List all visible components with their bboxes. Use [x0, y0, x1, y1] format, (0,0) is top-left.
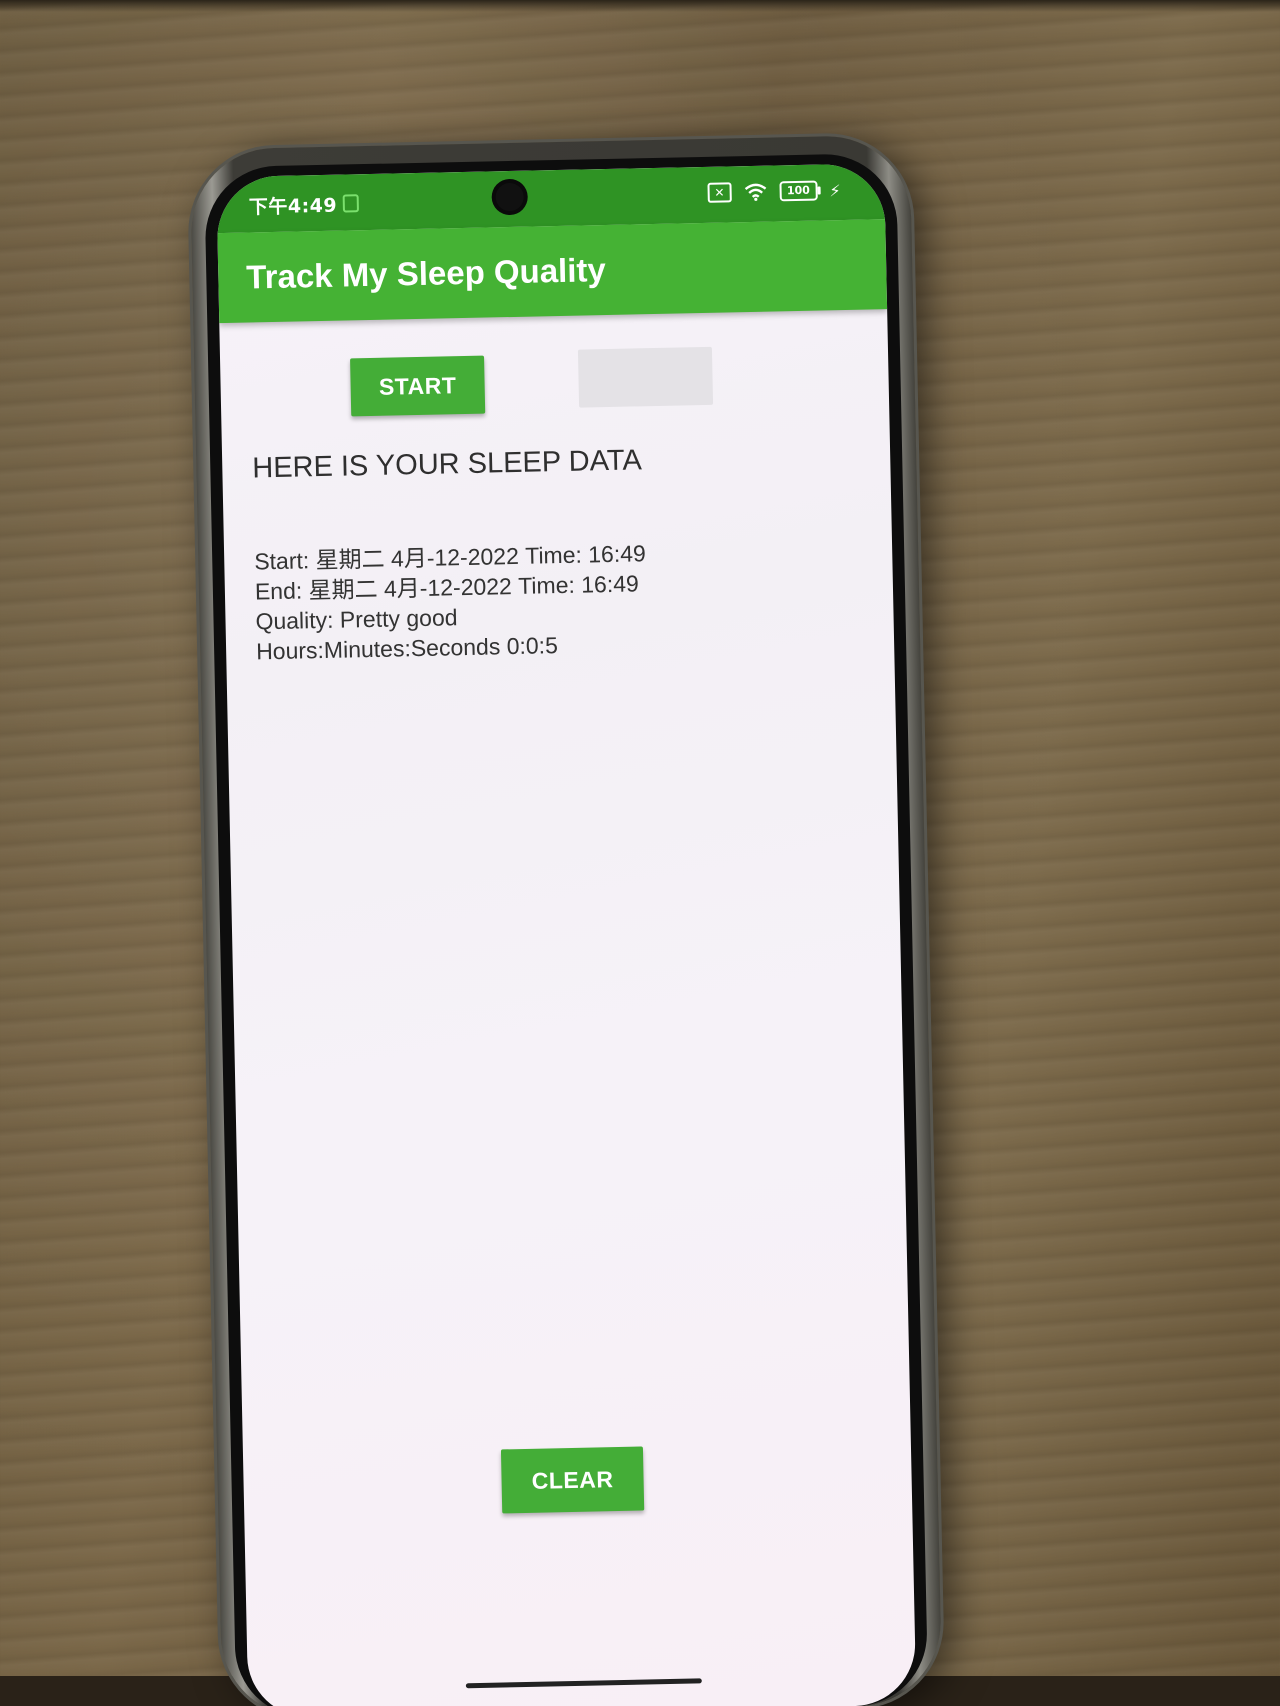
status-icons: ✕ 100 ⚡	[707, 180, 841, 203]
app-bar: Track My Sleep Quality	[217, 219, 888, 324]
phone-bezel: 下午4:49 ✕ 100 ⚡ Track My Sleep Quality ST…	[204, 152, 929, 1706]
sleep-data-heading: HERE IS YOUR SLEEP DATA	[251, 444, 643, 485]
app-title: Track My Sleep Quality	[245, 251, 607, 296]
table-edge-shadow	[0, 0, 1280, 12]
battery-icon: 100	[779, 180, 818, 202]
phone-device: 下午4:49 ✕ 100 ⚡ Track My Sleep Quality ST…	[189, 134, 943, 1706]
front-camera	[495, 182, 524, 212]
start-button[interactable]: START	[350, 355, 486, 417]
sleep-data-text: Start: 星期二 4月-12-2022 Time: 16:49 End: 星…	[254, 538, 648, 666]
no-sim-icon: ✕	[707, 182, 732, 203]
status-time-text: 下午4:49	[248, 194, 338, 219]
battery-level: 100	[786, 183, 811, 198]
home-indicator[interactable]	[465, 1678, 702, 1689]
sim-status-icon	[342, 194, 360, 213]
wifi-icon	[743, 183, 767, 201]
status-time: 下午4:49	[249, 190, 360, 219]
phone-screen: 下午4:49 ✕ 100 ⚡ Track My Sleep Quality ST…	[216, 163, 917, 1706]
charging-icon: ⚡	[829, 180, 841, 200]
clear-button[interactable]: CLEAR	[500, 1446, 645, 1514]
stop-button-disabled	[577, 346, 714, 408]
